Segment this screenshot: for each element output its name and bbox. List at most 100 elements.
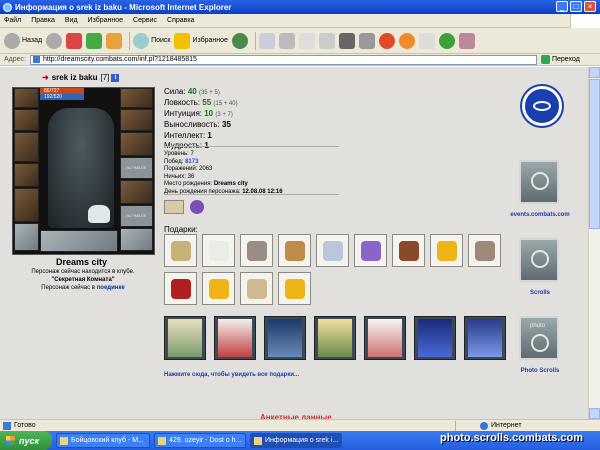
gift-item[interactable] bbox=[316, 234, 349, 267]
gift-item[interactable] bbox=[392, 234, 425, 267]
gift-card[interactable] bbox=[364, 316, 406, 360]
mail-button[interactable] bbox=[258, 32, 275, 49]
start-button[interactable]: пуск bbox=[0, 431, 52, 450]
photo-scrolls-link[interactable]: Photo Scrolls bbox=[505, 368, 575, 374]
forward-button[interactable] bbox=[46, 32, 63, 49]
scroll-thumb[interactable] bbox=[589, 79, 600, 229]
search-button[interactable]: Поиск bbox=[133, 32, 170, 49]
club-logo[interactable] bbox=[522, 86, 562, 126]
k-button[interactable] bbox=[338, 32, 355, 49]
messenger-button[interactable] bbox=[418, 32, 435, 49]
character-name-row: ➜ srek iz baku [7] i bbox=[42, 73, 120, 82]
vertical-scrollbar[interactable] bbox=[588, 67, 600, 419]
gift-card[interactable] bbox=[164, 316, 206, 360]
gift-item[interactable] bbox=[430, 234, 463, 267]
equip-slot-boots[interactable] bbox=[14, 223, 39, 251]
stop-button[interactable] bbox=[66, 32, 83, 49]
equip-slot-necklace[interactable] bbox=[120, 109, 153, 131]
info-icon[interactable]: i bbox=[111, 73, 120, 82]
gift-item[interactable] bbox=[278, 272, 311, 305]
gift-card-image bbox=[168, 319, 202, 357]
gift-icon bbox=[246, 240, 267, 261]
stop-icon bbox=[66, 32, 83, 49]
address-input[interactable]: http://dreamscity.combats.com/inf.pl?121… bbox=[29, 54, 537, 65]
discuss-button[interactable] bbox=[318, 32, 335, 49]
gift-item[interactable] bbox=[164, 234, 197, 267]
scroll-up-arrow[interactable] bbox=[589, 67, 600, 78]
equip-slot-earrings[interactable] bbox=[120, 88, 153, 108]
more-gifts-link[interactable]: Нажмите сюда, чтобы увидеть все подарки.… bbox=[164, 372, 299, 378]
taskbar-item[interactable]: Бойцовский клуб - M... bbox=[56, 433, 150, 448]
gift-item[interactable] bbox=[240, 272, 273, 305]
edit-button[interactable] bbox=[298, 32, 315, 49]
scroll-effect-icon[interactable] bbox=[164, 200, 184, 214]
back-button[interactable]: Назад bbox=[4, 32, 42, 49]
taskbar-item-active[interactable]: Информация о srek i... bbox=[250, 433, 342, 448]
clan-emblem bbox=[40, 230, 118, 252]
refresh-button[interactable] bbox=[86, 32, 103, 49]
equip-slot-armor[interactable] bbox=[14, 132, 39, 162]
gift-card[interactable] bbox=[214, 316, 256, 360]
equip-slot-gloves[interactable] bbox=[120, 180, 153, 204]
go-button[interactable]: Переход bbox=[540, 55, 580, 64]
menu-favorites[interactable]: Избранное bbox=[88, 17, 123, 24]
menu-view[interactable]: Вид bbox=[65, 17, 78, 24]
taskbar-item[interactable]: 429. uzeyir - Dost o h... bbox=[154, 433, 246, 448]
potion-effect-icon[interactable] bbox=[190, 200, 204, 214]
close-button[interactable]: × bbox=[584, 1, 596, 12]
browser-window: Информация о srek iz baku - Microsoft In… bbox=[0, 0, 600, 450]
gift-card-image bbox=[468, 319, 502, 357]
equip-slot-shield[interactable] bbox=[120, 228, 153, 251]
minimize-button[interactable]: _ bbox=[556, 1, 568, 12]
mana-bar: 192/520 bbox=[40, 94, 84, 100]
status-text: Готово bbox=[14, 422, 36, 429]
stat-row: Интеллект: 1 bbox=[164, 131, 212, 140]
gift-item[interactable] bbox=[202, 272, 235, 305]
gift-item[interactable] bbox=[164, 272, 197, 305]
menu-file[interactable]: Файл bbox=[4, 17, 21, 24]
gift-card[interactable] bbox=[314, 316, 356, 360]
logo-symbol-icon bbox=[533, 101, 551, 111]
photo-scrolls-banner[interactable]: photo bbox=[519, 316, 559, 360]
gift-item[interactable] bbox=[240, 234, 273, 267]
equip-slot-shirt[interactable] bbox=[14, 188, 39, 222]
gift-card[interactable] bbox=[464, 316, 506, 360]
tool-button[interactable] bbox=[358, 32, 375, 49]
equip-slot-ring[interactable] bbox=[120, 132, 153, 156]
menu-tools[interactable]: Сервис bbox=[133, 17, 157, 24]
location-text: Персонаж сейчас находится в клубе. "Секр… bbox=[8, 268, 158, 292]
gift-item[interactable] bbox=[278, 234, 311, 267]
history-button[interactable] bbox=[231, 32, 248, 49]
at-button[interactable] bbox=[398, 32, 415, 49]
gift-item[interactable] bbox=[354, 234, 387, 267]
scrolls-link[interactable]: Scrolls bbox=[505, 290, 575, 296]
menu-help[interactable]: Справка bbox=[167, 17, 194, 24]
menu-edit[interactable]: Правка bbox=[31, 17, 55, 24]
favorites-button[interactable]: Избранное bbox=[174, 32, 228, 49]
equip-slot-weapon[interactable] bbox=[14, 109, 39, 131]
scrolls-banner[interactable] bbox=[519, 238, 559, 282]
equip-slot-empty-1[interactable]: NO IMAGE bbox=[120, 157, 153, 179]
extra-button[interactable] bbox=[458, 32, 475, 49]
gift-item[interactable] bbox=[468, 234, 501, 267]
clover-button[interactable] bbox=[438, 32, 455, 49]
equip-slot-empty-2[interactable]: NO IMAGE bbox=[120, 205, 153, 227]
print-button[interactable] bbox=[278, 32, 295, 49]
events-link[interactable]: events.combats.com bbox=[505, 212, 575, 218]
equip-slot-belt[interactable] bbox=[14, 163, 39, 187]
city-name: Dreams city bbox=[56, 257, 108, 267]
events-banner[interactable] bbox=[519, 160, 559, 204]
scroll-down-arrow[interactable] bbox=[589, 408, 600, 419]
private-arrow-icon[interactable]: ➜ bbox=[42, 73, 49, 82]
gift-card[interactable] bbox=[414, 316, 456, 360]
maximize-button[interactable]: □ bbox=[570, 1, 582, 12]
s-button[interactable] bbox=[378, 32, 395, 49]
gift-card[interactable] bbox=[264, 316, 306, 360]
equip-slot-helmet[interactable] bbox=[14, 88, 39, 108]
battle-link[interactable]: поединке bbox=[97, 285, 125, 291]
globe-icon bbox=[480, 421, 488, 430]
info-wins: 8173 bbox=[185, 158, 199, 165]
gift-item[interactable] bbox=[202, 234, 235, 267]
home-button[interactable] bbox=[106, 32, 123, 49]
effect-icons bbox=[164, 200, 204, 214]
